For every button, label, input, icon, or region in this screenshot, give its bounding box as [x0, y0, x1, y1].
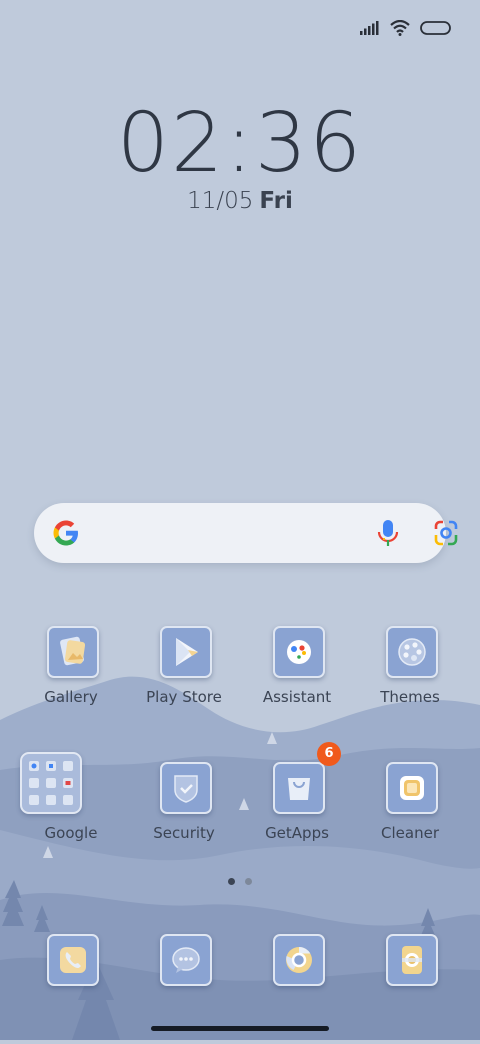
home-gesture-bar[interactable]: [151, 1026, 329, 1031]
clock-time: 02:36: [116, 96, 364, 191]
weekday-text: Fri: [259, 188, 293, 214]
battery-icon: [420, 21, 451, 35]
folder-icon: [20, 752, 82, 814]
cleaner-icon: [386, 762, 438, 814]
app-label: Security: [153, 824, 215, 842]
chrome-browser-icon: [273, 934, 325, 986]
app-label: Gallery: [44, 688, 98, 706]
app-gallery[interactable]: Gallery: [11, 626, 131, 736]
camera-icon: [386, 934, 438, 986]
phone-icon: [47, 934, 99, 986]
app-themes[interactable]: Themes: [350, 626, 470, 736]
app-label: Cleaner: [381, 824, 439, 842]
page-dot-active: [228, 878, 235, 885]
wifi-icon: [390, 20, 410, 36]
signal-bars-icon: [360, 21, 379, 35]
play-store-icon: [160, 626, 212, 678]
page-indicator[interactable]: [228, 878, 252, 885]
microphone-icon[interactable]: [377, 518, 399, 548]
google-g-icon: [53, 520, 78, 546]
notification-badge: 6: [317, 742, 341, 766]
page-dot: [245, 878, 252, 885]
app-security[interactable]: Security: [124, 762, 244, 872]
app-label: Assistant: [262, 688, 332, 706]
date-widget[interactable]: 11/05 Fri: [0, 188, 480, 214]
app-getapps[interactable]: 6 GetApps: [237, 742, 357, 872]
app-label: Google: [44, 824, 98, 842]
gallery-icon: [47, 626, 99, 678]
app-label: Play Store: [146, 688, 222, 706]
app-assistant[interactable]: Assistant: [237, 626, 357, 736]
clock-widget[interactable]: 02:36: [0, 96, 480, 191]
date-text: 11/05: [187, 188, 254, 214]
dock-camera[interactable]: [350, 934, 470, 1044]
shopping-bag-icon: [273, 762, 325, 814]
google-search-bar[interactable]: [34, 503, 458, 563]
app-label: GetApps: [265, 824, 329, 842]
app-folder-google[interactable]: Google: [11, 752, 131, 872]
dock-phone[interactable]: [11, 934, 131, 1044]
message-bubble-icon: [160, 934, 212, 986]
shield-icon: [160, 762, 212, 814]
assistant-icon: [273, 626, 325, 678]
status-bar: [360, 14, 452, 42]
palette-icon: [386, 626, 438, 678]
google-lens-icon[interactable]: [432, 520, 460, 546]
app-play-store[interactable]: Play Store: [124, 626, 244, 736]
app-cleaner[interactable]: Cleaner: [350, 762, 470, 872]
app-label: Themes: [380, 688, 440, 706]
